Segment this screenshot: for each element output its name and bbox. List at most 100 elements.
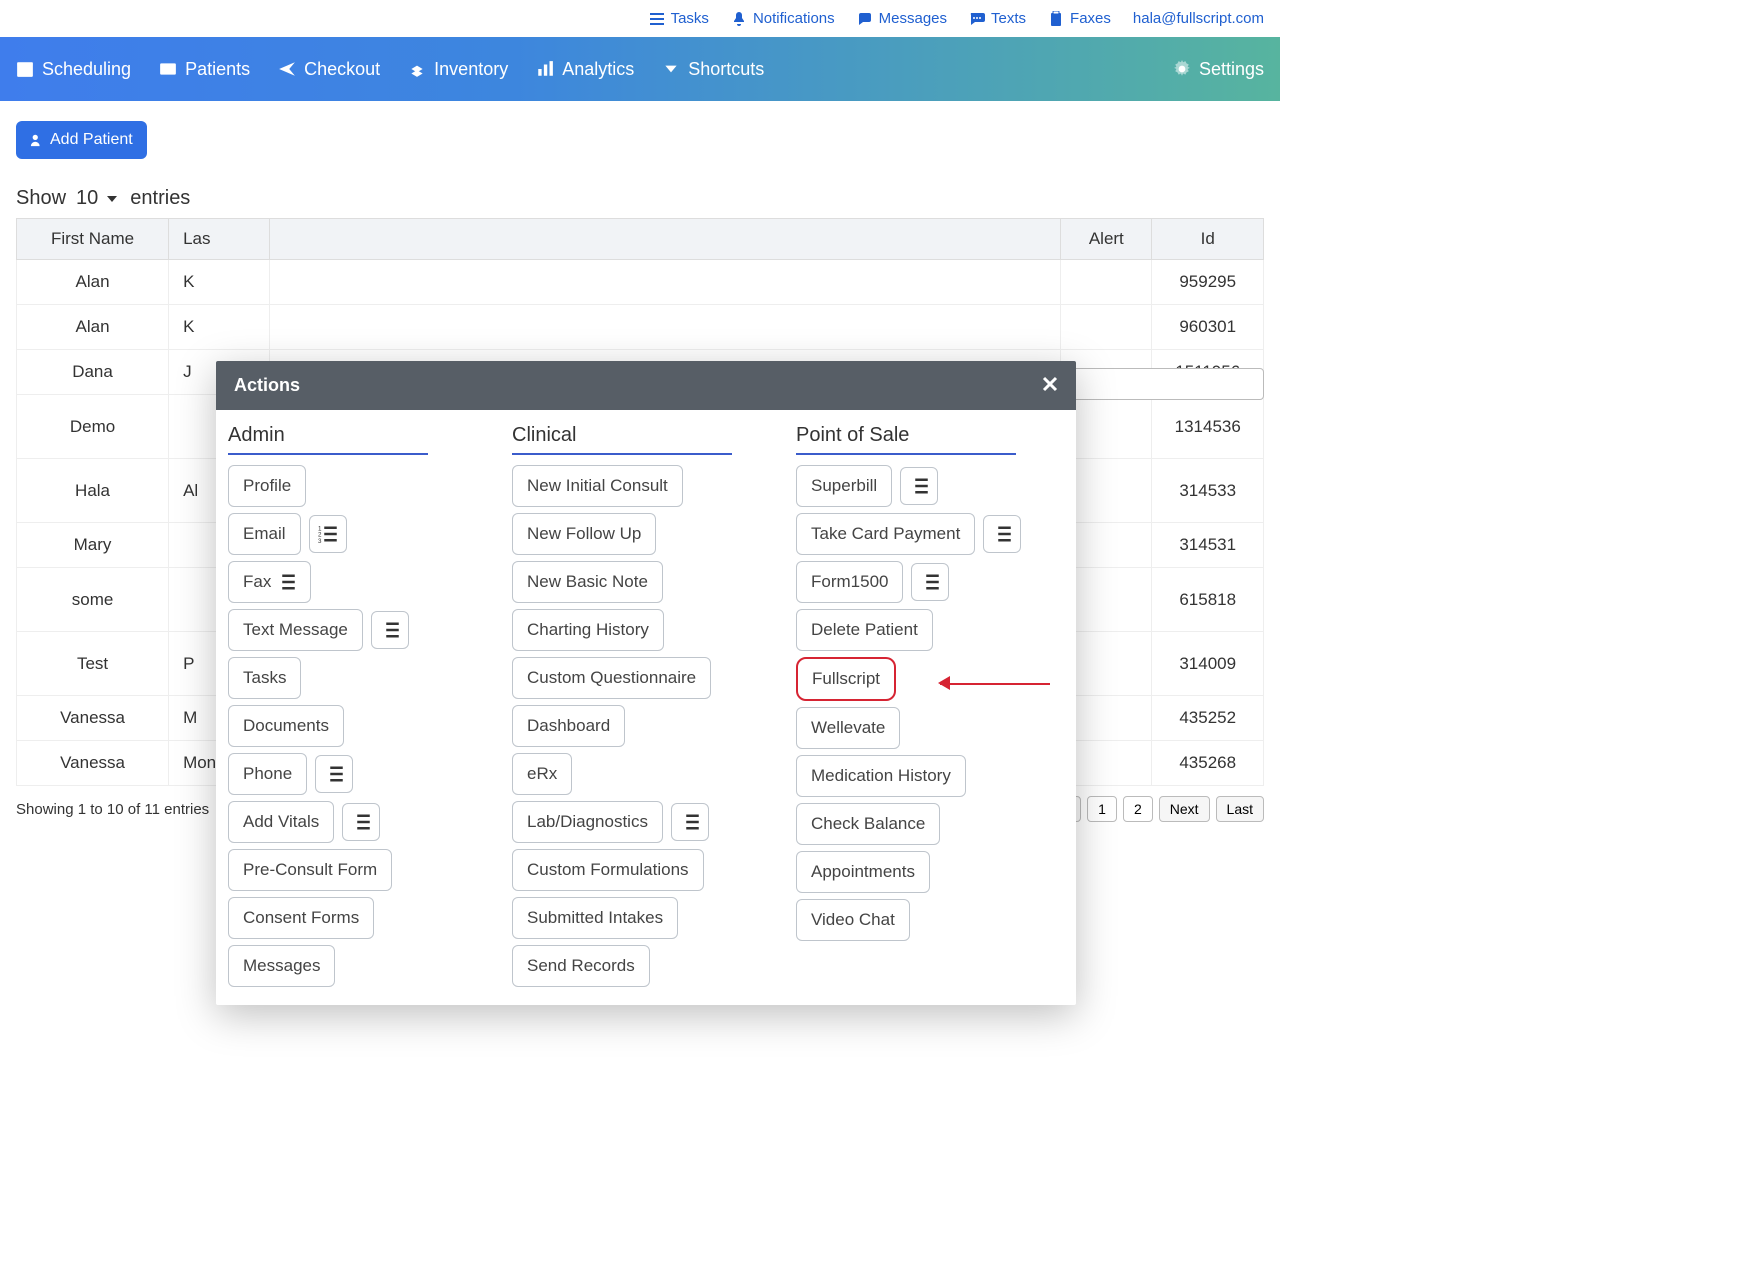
cell-alert xyxy=(1061,305,1152,350)
nav-inventory-label: Inventory xyxy=(434,59,508,80)
action-form1500[interactable]: Form1500 xyxy=(796,561,903,603)
action-lab-diagnostics-ext[interactable] xyxy=(671,803,709,841)
action-new-follow-up[interactable]: New Follow Up xyxy=(512,513,656,555)
list-ol-icon: 123 xyxy=(318,524,338,544)
cell-id: 615818 xyxy=(1152,568,1264,632)
nav-patients-label: Patients xyxy=(185,59,250,80)
chevron-down-icon xyxy=(104,191,120,207)
add-patient-label: Add Patient xyxy=(50,131,133,149)
action-check-balance[interactable]: Check Balance xyxy=(796,803,940,845)
action-form1500-ext[interactable] xyxy=(911,563,949,601)
top-notifications-link[interactable]: Notifications xyxy=(731,10,835,27)
chat-dots-icon xyxy=(969,11,985,27)
cell-last-name: K xyxy=(169,260,270,305)
table-row[interactable]: AlanK960301 xyxy=(17,305,1264,350)
modal-close-button[interactable] xyxy=(1042,376,1058,396)
action-dashboard[interactable]: Dashboard xyxy=(512,705,625,747)
action-wellevate[interactable]: Wellevate xyxy=(796,707,900,749)
clipboard-icon xyxy=(1048,11,1064,27)
action-medication-history[interactable]: Medication History xyxy=(796,755,966,797)
page-last[interactable]: Last xyxy=(1216,796,1264,822)
user-email-label: hala@fullscript.com xyxy=(1133,10,1264,27)
cell-id: 960301 xyxy=(1152,305,1264,350)
action-new-basic-note[interactable]: New Basic Note xyxy=(512,561,663,603)
action-video-chat[interactable]: Video Chat xyxy=(796,899,910,941)
top-user-email[interactable]: hala@fullscript.com xyxy=(1133,10,1264,27)
action-profile[interactable]: Profile xyxy=(228,465,306,507)
action-phone-ext[interactable] xyxy=(315,755,353,793)
action-email-ext[interactable]: 123 xyxy=(309,515,347,553)
cell-first-name: Test xyxy=(17,632,169,696)
col-gap xyxy=(270,219,1061,260)
nav-inventory[interactable]: Inventory xyxy=(408,59,508,80)
action-new-initial-consult[interactable]: New Initial Consult xyxy=(512,465,683,507)
nav-patients[interactable]: Patients xyxy=(159,59,250,80)
nav-analytics[interactable]: Analytics xyxy=(536,59,634,80)
action-email[interactable]: Email xyxy=(228,513,301,555)
length-show-label: Show xyxy=(16,187,66,210)
cell-id: 435268 xyxy=(1152,741,1264,786)
action-documents[interactable]: Documents xyxy=(228,705,344,747)
cell-alert xyxy=(1061,260,1152,305)
page-length-select[interactable]: 10 xyxy=(76,187,120,210)
action-messages[interactable]: Messages xyxy=(228,945,335,987)
action-superbill[interactable]: Superbill xyxy=(796,465,892,507)
page-2[interactable]: 2 xyxy=(1123,796,1153,822)
top-notifications-label: Notifications xyxy=(753,10,835,27)
action-consent-forms[interactable]: Consent Forms xyxy=(228,897,374,939)
nav-checkout-label: Checkout xyxy=(304,59,380,80)
modal-title: Actions xyxy=(234,375,300,396)
action-lab-diagnostics[interactable]: Lab/Diagnostics xyxy=(512,801,663,843)
action-preconsult-form[interactable]: Pre-Consult Form xyxy=(228,849,392,891)
nav-scheduling[interactable]: Scheduling xyxy=(16,59,131,80)
action-submitted-intakes[interactable]: Submitted Intakes xyxy=(512,897,678,939)
user-plus-icon xyxy=(30,133,44,147)
list-ol-icon xyxy=(992,524,1012,544)
list-ol-icon xyxy=(680,812,700,832)
length-value: 10 xyxy=(76,187,98,210)
action-send-records[interactable]: Send Records xyxy=(512,945,650,987)
top-messages-link[interactable]: Messages xyxy=(857,10,947,27)
action-take-card-payment-ext[interactable] xyxy=(983,515,1021,553)
clinical-heading: Clinical xyxy=(512,424,732,455)
action-phone[interactable]: Phone xyxy=(228,753,307,795)
action-charting-history[interactable]: Charting History xyxy=(512,609,664,651)
list-ol-icon xyxy=(380,620,400,640)
gear-icon xyxy=(1173,60,1191,78)
table-row[interactable]: AlanK959295 xyxy=(17,260,1264,305)
svg-text:3: 3 xyxy=(318,538,322,544)
add-patient-button[interactable]: Add Patient xyxy=(16,121,147,159)
col-last-name[interactable]: Las xyxy=(169,219,270,260)
col-id[interactable]: Id xyxy=(1152,219,1264,260)
action-text-message-ext[interactable] xyxy=(371,611,409,649)
action-text-message[interactable]: Text Message xyxy=(228,609,363,651)
page-next[interactable]: Next xyxy=(1159,796,1210,822)
action-fax[interactable]: Fax xyxy=(228,561,311,603)
modal-col-admin: Admin Profile Email 123 Fax Text Message… xyxy=(224,418,496,987)
top-texts-link[interactable]: Texts xyxy=(969,10,1026,27)
action-take-card-payment[interactable]: Take Card Payment xyxy=(796,513,975,555)
top-tasks-label: Tasks xyxy=(671,10,709,27)
list-ol-icon xyxy=(909,476,929,496)
action-delete-patient[interactable]: Delete Patient xyxy=(796,609,933,651)
nav-settings-label: Settings xyxy=(1199,59,1264,80)
action-superbill-ext[interactable] xyxy=(900,467,938,505)
action-add-vitals-ext[interactable] xyxy=(342,803,380,841)
action-custom-questionnaire[interactable]: Custom Questionnaire xyxy=(512,657,711,699)
action-appointments[interactable]: Appointments xyxy=(796,851,930,893)
nav-checkout[interactable]: Checkout xyxy=(278,59,380,80)
search-input[interactable] xyxy=(1054,368,1264,400)
cell-first-name: Dana xyxy=(17,350,169,395)
nav-settings[interactable]: Settings xyxy=(1173,59,1264,80)
action-tasks[interactable]: Tasks xyxy=(228,657,301,699)
page-1[interactable]: 1 xyxy=(1087,796,1117,822)
action-custom-formulations[interactable]: Custom Formulations xyxy=(512,849,704,891)
nav-shortcuts[interactable]: Shortcuts xyxy=(662,59,764,80)
action-fullscript[interactable]: Fullscript xyxy=(796,657,896,701)
top-tasks-link[interactable]: Tasks xyxy=(649,10,709,27)
action-add-vitals[interactable]: Add Vitals xyxy=(228,801,334,843)
top-faxes-link[interactable]: Faxes xyxy=(1048,10,1111,27)
col-first-name[interactable]: First Name xyxy=(17,219,169,260)
col-alert[interactable]: Alert xyxy=(1061,219,1152,260)
action-erx[interactable]: eRx xyxy=(512,753,572,795)
